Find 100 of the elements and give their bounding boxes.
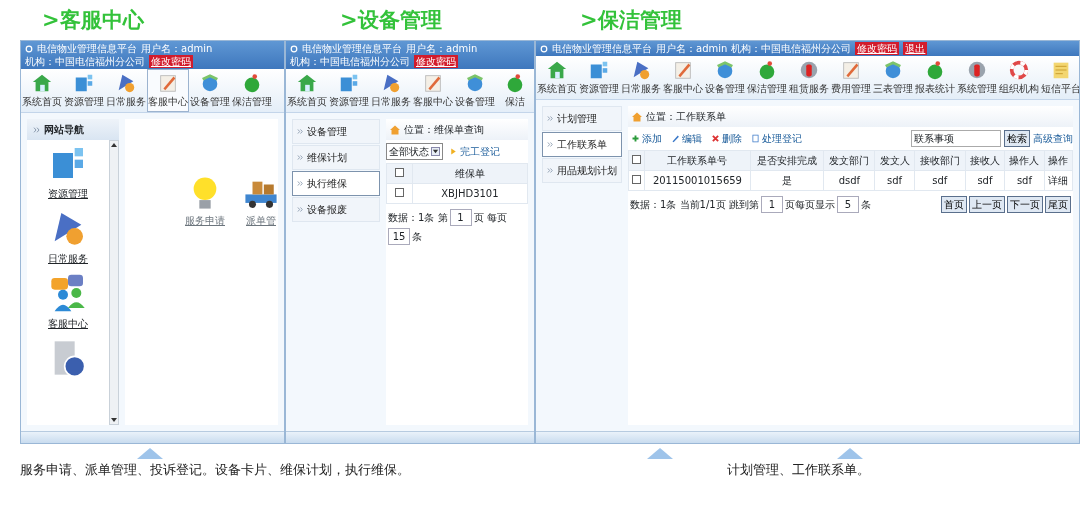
toolbar-button[interactable]: 客服中心 (147, 69, 189, 112)
toolbar-action[interactable]: 编辑 (668, 131, 705, 146)
toolbar-button[interactable]: 日常服务 (370, 69, 412, 112)
toolbar-action[interactable]: 处理登记 (748, 131, 805, 146)
shortcut-link[interactable]: 派单管 (245, 211, 277, 229)
sidebar-item[interactable]: 工作联系单 (542, 132, 622, 157)
advanced-search-link[interactable]: 高级查询 (1033, 131, 1073, 146)
toolbar-button[interactable]: 系统首页 (286, 69, 328, 112)
pager-button[interactable]: 下一页 (1007, 196, 1043, 213)
header-link[interactable]: 修改密码 (414, 55, 458, 68)
pager-text: 页每页显示 (784, 198, 835, 212)
nav-item[interactable]: 资源管理 (47, 185, 89, 202)
detail-link[interactable]: 详细 (1044, 170, 1073, 191)
toolbar-button[interactable]: 系统首页 (21, 69, 63, 112)
sidebar-item[interactable]: 维保计划 (292, 145, 380, 170)
search-field[interactable]: 联系事项 (911, 130, 1001, 147)
toolbar-button[interactable]: 组织机构 (998, 56, 1040, 99)
toolbar-button[interactable]: 费用管理 (830, 56, 872, 99)
pager-button[interactable]: 首页 (941, 196, 967, 213)
pager-button[interactable]: 尾页 (1045, 196, 1071, 213)
header-link[interactable]: 修改密码 (149, 55, 193, 68)
toolbar-action[interactable]: 删除 (708, 131, 745, 146)
pen-icon (840, 59, 862, 81)
toolbar-action[interactable]: 添加 (628, 131, 665, 146)
location-text: 位置：维保单查询 (404, 123, 484, 137)
toolbar-button[interactable]: 保洁管理 (231, 69, 273, 112)
column-header: 工作联系单号 (644, 150, 751, 171)
sidebar-item[interactable]: 用品规划计划 (542, 158, 622, 183)
toolbar-button[interactable]: 报表统计 (914, 56, 956, 99)
toolbar-button[interactable]: 日常服务 (620, 56, 662, 99)
globe-icon (464, 72, 486, 94)
nav-item[interactable]: 日常服务 (47, 250, 89, 267)
sidebar-item[interactable]: 设备报废 (292, 197, 380, 222)
toolbar-button[interactable]: 资源管理 (63, 69, 105, 112)
checkbox[interactable] (631, 175, 641, 184)
checkbox[interactable] (631, 155, 641, 164)
page-input[interactable]: 1 (760, 196, 783, 213)
column-header: 接收部门 (914, 150, 966, 171)
note-icon (751, 134, 760, 143)
section-heading: >设备管理 (340, 9, 443, 31)
globe-icon (882, 59, 904, 81)
nav-item[interactable]: 客服中心 (47, 315, 89, 332)
toolbar-button[interactable]: 设备管理 (189, 69, 231, 112)
double-chevron-icon (297, 128, 304, 135)
sidebar-item[interactable]: 计划管理 (542, 106, 622, 131)
caption-text: 服务申请、派单管理、投诉登记。设备卡片、维保计划，执行维保。 (20, 461, 410, 479)
search-button[interactable]: 检索 (1004, 130, 1030, 147)
column-header: 接收人 (965, 150, 1005, 171)
section-heading: >保洁管理 (580, 9, 683, 31)
table-cell: 20115001015659 (644, 170, 751, 191)
plus-icon (631, 134, 640, 143)
pager-text: 页 每页 (473, 211, 507, 225)
toolbar-action[interactable]: 完工登记 (446, 144, 503, 159)
toolbar-button[interactable]: 三表管理 (872, 56, 914, 99)
double-chevron-icon (547, 115, 554, 122)
title-text: 用户名：admin (406, 42, 478, 55)
page-input[interactable]: 5 (836, 196, 859, 213)
gear-icon (966, 59, 988, 81)
house-icon (546, 59, 568, 81)
header-link[interactable]: 修改密码 (855, 42, 900, 55)
header-link[interactable]: 退出 (903, 42, 928, 55)
column-header: 维保单 (412, 163, 528, 184)
double-chevron-icon (547, 167, 554, 174)
toolbar-button[interactable]: 设备管理 (454, 69, 496, 112)
down-arrow-icon (110, 416, 118, 424)
column-header: 是否安排完成 (750, 150, 824, 171)
delete-icon (711, 134, 720, 143)
circle-icon (540, 44, 548, 53)
toolbar-button[interactable]: 客服中心 (662, 56, 704, 99)
toolbar-button[interactable]: 日常服务 (105, 69, 147, 112)
page-input[interactable]: 15 (388, 228, 410, 245)
sidebar-item[interactable]: 执行维保 (292, 171, 380, 196)
pointer-triangle (837, 448, 863, 459)
pager-button[interactable]: 上一页 (969, 196, 1005, 213)
shortcut-link[interactable]: 服务申请 (184, 211, 226, 229)
toolbar-button[interactable]: 资源管理 (578, 56, 620, 99)
toolbar-button[interactable]: 保洁 (496, 69, 534, 112)
section-heading: >客服中心 (42, 9, 145, 31)
toolbar-button[interactable]: 客服中心 (412, 69, 454, 112)
checkbox[interactable] (394, 188, 404, 197)
toolbar-button[interactable]: 设备管理 (704, 56, 746, 99)
globe-icon (199, 72, 221, 94)
status-select[interactable]: 全部状态 (386, 143, 443, 160)
title-text: 用户名：admin (141, 42, 213, 55)
toolbar-button[interactable]: 保洁管理 (746, 56, 788, 99)
pager-text: 数据：1条 第 (388, 211, 448, 225)
toolbar-button[interactable]: 资源管理 (328, 69, 370, 112)
checkbox[interactable] (394, 168, 404, 177)
double-chevron-icon (297, 154, 304, 161)
pen-icon (672, 59, 694, 81)
toolbar-button[interactable]: 租赁服务 (788, 56, 830, 99)
page-input[interactable]: 1 (449, 209, 472, 226)
caption-text: 计划管理、工作联系单。 (727, 461, 870, 479)
cubes-icon (588, 59, 610, 81)
arrow-icon (449, 147, 458, 156)
sidebar-item[interactable]: 设备管理 (292, 119, 380, 144)
pager-text: 条 (412, 230, 422, 244)
toolbar-button[interactable]: 系统管理 (956, 56, 998, 99)
pointer-triangle (647, 448, 673, 459)
toolbar-button[interactable]: 系统首页 (536, 56, 578, 99)
